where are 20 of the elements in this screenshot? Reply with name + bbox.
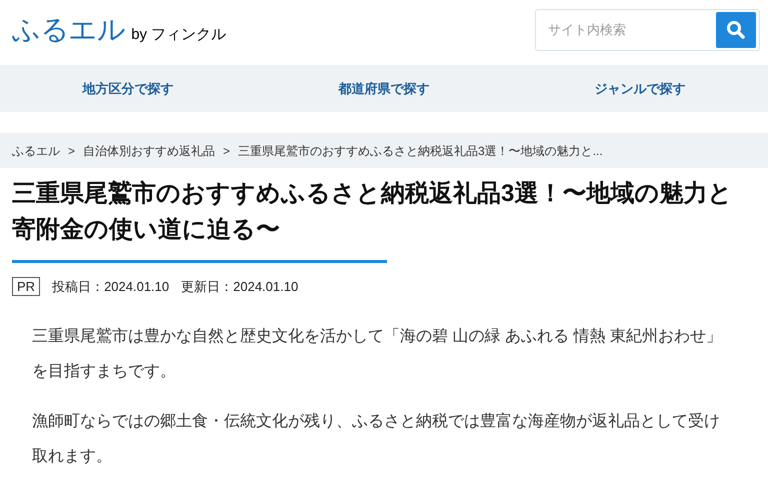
body-paragraph: 三重県尾鷲市は豊かな自然と歴史文化を活かして「海の碧 山の緑 あふれる 情熱 東紀州おわせ」を目指すまちです。	[32, 326, 723, 382]
updated-date: 更新日：2024.01.10	[181, 278, 298, 296]
nav-link[interactable]: 地方区分で探す	[0, 78, 256, 98]
pr-badge: PR	[12, 277, 40, 296]
search-button[interactable]	[716, 12, 756, 48]
nav-link[interactable]: ジャンルで探す	[512, 78, 768, 98]
search-field[interactable]: サイト内検索	[535, 9, 760, 51]
breadcrumb-separator: >	[68, 142, 76, 160]
search-input[interactable]: サイト内検索	[548, 20, 716, 40]
search-icon	[726, 20, 746, 40]
posted-date: 投稿日：2024.01.10	[52, 278, 170, 296]
body-paragraph: 漁師町ならではの郷土食・伝統文化が残り、ふるさと納税では豊富な海産物が返礼品として受け取れます。	[32, 412, 721, 466]
nav-link[interactable]: 都道府県で探す	[256, 78, 512, 98]
breadcrumb-current: 三重県尾鷲市のおすすめふるさと納税返礼品3選！〜地域の魅力と...	[238, 142, 603, 160]
site-logo[interactable]: ふるエル	[12, 16, 126, 44]
article-title: 三重県尾鷲市のおすすめふるさと納税返礼品3選！〜地域の魅力と寄附金の使い道に迫る〜	[12, 179, 734, 245]
breadcrumb-link[interactable]: 自治体別おすすめ返礼品	[83, 142, 216, 160]
breadcrumb-separator: >	[223, 142, 230, 160]
logo-tagline: by フィンクル	[131, 27, 226, 42]
breadcrumb-link[interactable]: ふるエル	[12, 142, 60, 160]
